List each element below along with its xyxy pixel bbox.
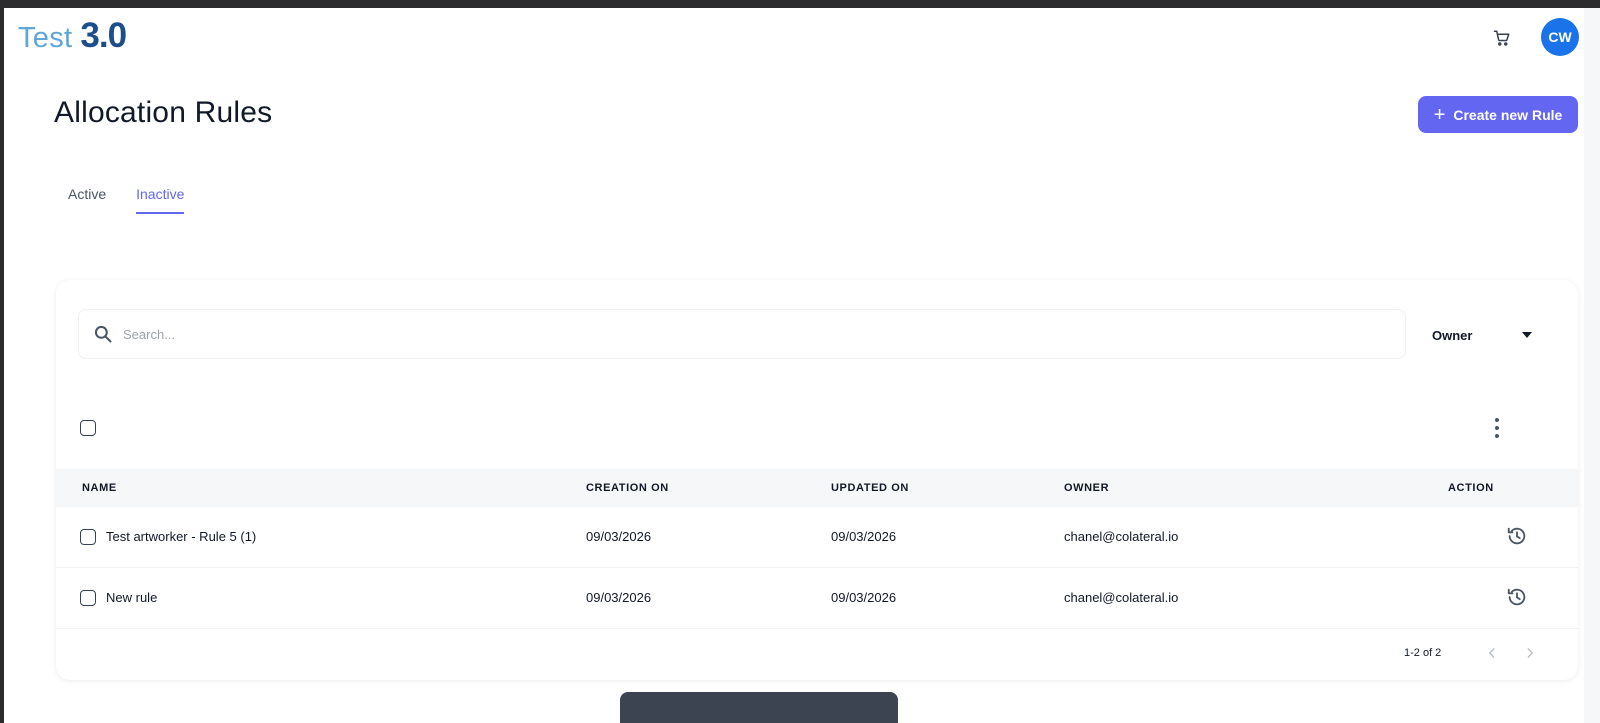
right-edge-strip [1584,8,1600,723]
table-row[interactable]: Test artworker - Rule 5 (1) 09/03/2026 0… [56,507,1578,568]
previous-page-button[interactable] [1484,645,1500,661]
create-new-rule-label: Create new Rule [1453,106,1563,123]
caret-down-icon [1522,332,1532,338]
owner-email: chanel@colateral.io [1064,590,1179,605]
cart-icon [1493,30,1510,46]
kebab-dot [1495,418,1499,422]
owner-filter-dropdown[interactable]: Owner [1432,324,1532,346]
owner-filter-label: Owner [1432,327,1473,343]
row-checkbox[interactable] [80,590,96,606]
page-title: Allocation Rules [54,96,273,129]
column-header-creation-on[interactable]: CREATION ON [586,482,669,494]
select-all-checkbox[interactable] [80,420,96,436]
more-options-button[interactable] [1488,418,1506,438]
logo-word: Test [18,22,73,54]
column-header-action: ACTION [1448,482,1494,494]
chevron-left-icon [1488,648,1495,658]
toast-notification [620,692,898,723]
pagination-range: 1-2 of 2 [1404,647,1442,659]
app-logo[interactable]: Test 3.0 [18,16,127,56]
logo-version: 3.0 [80,16,127,55]
rules-card: Owner NAME CREATION ON UPDATED ON OWNER … [56,280,1578,680]
updated-date: 09/03/2026 [831,590,897,605]
history-icon[interactable] [1506,525,1528,547]
search-box[interactable] [78,309,1406,359]
creation-date: 09/03/2026 [586,590,652,605]
tab-inactive[interactable]: Inactive [136,186,185,214]
next-page-button[interactable] [1522,645,1538,661]
status-tabs: Active Inactive [68,186,185,214]
kebab-dot [1495,434,1499,438]
owner-email: chanel@colateral.io [1064,529,1179,544]
plus-icon: + [1433,103,1446,126]
column-header-name[interactable]: NAME [82,482,117,494]
create-new-rule-button[interactable]: + Create new Rule [1418,96,1578,133]
history-icon[interactable] [1506,586,1528,608]
kebab-dot [1495,426,1499,430]
updated-date: 09/03/2026 [831,529,897,544]
rule-name[interactable]: New rule [106,590,157,605]
app-viewport: Test 3.0 CW Allocation Rules + Create ne… [4,8,1600,723]
creation-date: 09/03/2026 [586,529,652,544]
table-header: NAME CREATION ON UPDATED ON OWNER ACTION [56,469,1578,507]
column-header-owner[interactable]: OWNER [1064,482,1109,494]
row-checkbox[interactable] [80,529,96,545]
chevron-right-icon [1527,648,1534,658]
column-header-updated-on[interactable]: UPDATED ON [831,482,909,494]
cart-button[interactable] [1491,27,1513,49]
tab-active[interactable]: Active [68,186,106,214]
search-icon [94,325,112,343]
rule-name[interactable]: Test artworker - Rule 5 (1) [106,529,256,544]
search-input[interactable] [123,326,1405,342]
table-row[interactable]: New rule 09/03/2026 09/03/2026 chanel@co… [56,568,1578,629]
user-avatar[interactable]: CW [1541,18,1579,56]
